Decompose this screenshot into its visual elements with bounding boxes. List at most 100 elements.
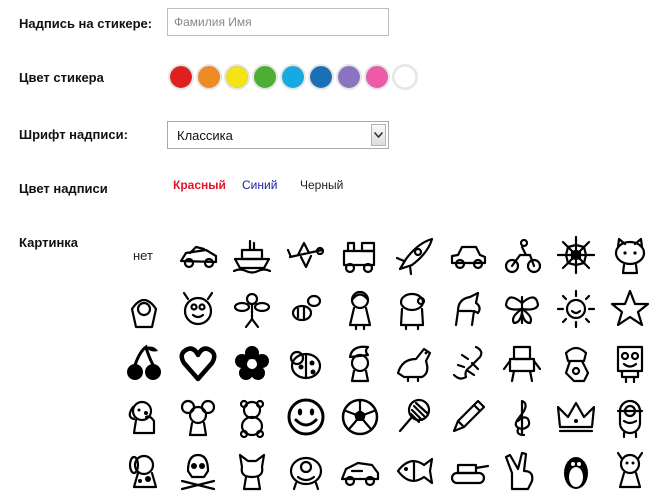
label-picture: Картинка <box>19 235 79 250</box>
lightning-mcqueen-icon <box>340 461 380 487</box>
picture-ship[interactable] <box>230 233 274 277</box>
spider-web-icon <box>556 235 596 275</box>
picture-airplane[interactable] <box>284 233 328 277</box>
picture-bees[interactable] <box>284 287 328 331</box>
picture-puppy[interactable] <box>122 395 166 439</box>
color-swatch-4[interactable] <box>252 64 278 90</box>
picture-locomotive[interactable] <box>338 233 382 277</box>
picture-soccer-ball[interactable] <box>338 395 382 439</box>
picture-crown[interactable] <box>554 395 598 439</box>
picture-penguin[interactable] <box>554 449 598 493</box>
soccer-ball-icon <box>341 398 379 436</box>
picture-pencil[interactable] <box>446 395 490 439</box>
sticker-color-swatches <box>168 64 418 90</box>
picture-spider-web[interactable] <box>554 233 598 277</box>
bee-fairy-icon <box>233 292 271 329</box>
heart-icon <box>179 346 217 382</box>
chevron-down-icon[interactable] <box>371 124 386 146</box>
puppy-icon <box>128 400 156 435</box>
picture-starfish[interactable] <box>608 287 652 331</box>
picture-butterfly[interactable] <box>500 287 544 331</box>
teddy-bear-icon <box>239 399 265 439</box>
picture-dinosaur[interactable] <box>392 341 436 385</box>
tennis-racket-icon <box>398 398 431 433</box>
picture-rocket[interactable] <box>392 233 436 277</box>
picture-blues-clues-dog[interactable] <box>122 449 166 493</box>
picture-tank[interactable] <box>446 449 490 493</box>
color-swatch-7[interactable] <box>336 64 362 90</box>
small-car-icon <box>450 245 487 270</box>
picture-treble-clef[interactable] <box>500 395 544 439</box>
picture-ben10[interactable] <box>554 341 598 385</box>
airplane-icon <box>286 241 325 269</box>
picture-bee-fairy[interactable] <box>230 287 274 331</box>
smeshariki-icon <box>182 291 214 326</box>
picture-pony[interactable] <box>446 287 490 331</box>
picture-smeshariki[interactable] <box>176 287 220 331</box>
picture-monster[interactable] <box>284 449 328 493</box>
smiley-icon <box>287 398 325 436</box>
text-color-red[interactable]: Красный <box>173 178 226 192</box>
color-swatch-6[interactable] <box>308 64 334 90</box>
text-color-black[interactable]: Черный <box>300 178 343 192</box>
picture-dora[interactable] <box>338 287 382 331</box>
flounder-fish-icon <box>396 457 434 485</box>
racing-car-icon <box>179 245 218 269</box>
color-swatch-1[interactable] <box>168 64 194 90</box>
sun-icon <box>556 289 596 329</box>
smurf-icon <box>348 345 370 383</box>
locomotive-icon <box>342 241 376 274</box>
picture-jerry-mouse[interactable] <box>176 395 220 439</box>
picture-peppa-pig[interactable] <box>392 287 436 331</box>
picture-cherries[interactable] <box>122 341 166 385</box>
picture-small-car[interactable] <box>446 233 490 277</box>
picture-masha[interactable] <box>122 287 166 331</box>
picture-none-option[interactable]: нет <box>133 248 153 263</box>
minion-icon <box>616 399 644 439</box>
flower-icon <box>235 346 269 380</box>
font-select-value: Классика <box>177 128 233 143</box>
picture-smurf[interactable] <box>338 341 382 385</box>
picture-hello-kitty[interactable] <box>608 233 652 277</box>
color-swatch-3[interactable] <box>224 64 250 90</box>
jerry-mouse-icon <box>180 399 216 437</box>
picture-heart[interactable] <box>176 341 220 385</box>
picture-tennis-racket[interactable] <box>392 395 436 439</box>
picture-smiley[interactable] <box>284 395 328 439</box>
pony-icon <box>454 291 481 327</box>
picture-ladybug[interactable] <box>284 341 328 385</box>
label-sticker-color: Цвет стикера <box>19 70 104 85</box>
pencil-icon <box>452 399 486 433</box>
tank-icon <box>450 463 490 485</box>
sticker-text-input[interactable] <box>167 8 389 36</box>
picture-teddy-bear[interactable] <box>230 395 274 439</box>
picture-bicycle-rider[interactable] <box>500 233 544 277</box>
picture-robot-warrior[interactable] <box>500 341 544 385</box>
picture-fixie[interactable] <box>608 449 652 493</box>
picture-spongebob[interactable] <box>608 341 652 385</box>
dinosaur-icon <box>396 347 432 383</box>
bees-icon <box>291 294 322 322</box>
picture-racing-car[interactable] <box>176 233 220 277</box>
rocket-icon <box>395 237 434 276</box>
picture-victory-hand[interactable] <box>500 449 544 493</box>
butterfly-icon <box>504 295 540 325</box>
ladybug-icon <box>289 350 322 380</box>
color-swatch-9[interactable] <box>392 64 418 90</box>
picture-flower[interactable] <box>230 341 274 385</box>
picture-cartoon-cat[interactable] <box>230 449 274 493</box>
peppa-pig-icon <box>399 292 426 331</box>
picture-lightning-mcqueen[interactable] <box>338 449 382 493</box>
color-swatch-5[interactable] <box>280 64 306 90</box>
picture-skull[interactable] <box>176 449 220 493</box>
picture-sun[interactable] <box>554 287 598 331</box>
victory-hand-icon <box>504 451 534 491</box>
picture-lizard[interactable] <box>446 341 490 385</box>
color-swatch-2[interactable] <box>196 64 222 90</box>
picture-minion[interactable] <box>608 395 652 439</box>
text-color-blue[interactable]: Синий <box>242 178 277 192</box>
color-swatch-8[interactable] <box>364 64 390 90</box>
picture-flounder-fish[interactable] <box>392 449 436 493</box>
label-sticker-text: Надпись на стикере: <box>19 16 153 31</box>
font-select[interactable]: Классика <box>167 121 389 149</box>
